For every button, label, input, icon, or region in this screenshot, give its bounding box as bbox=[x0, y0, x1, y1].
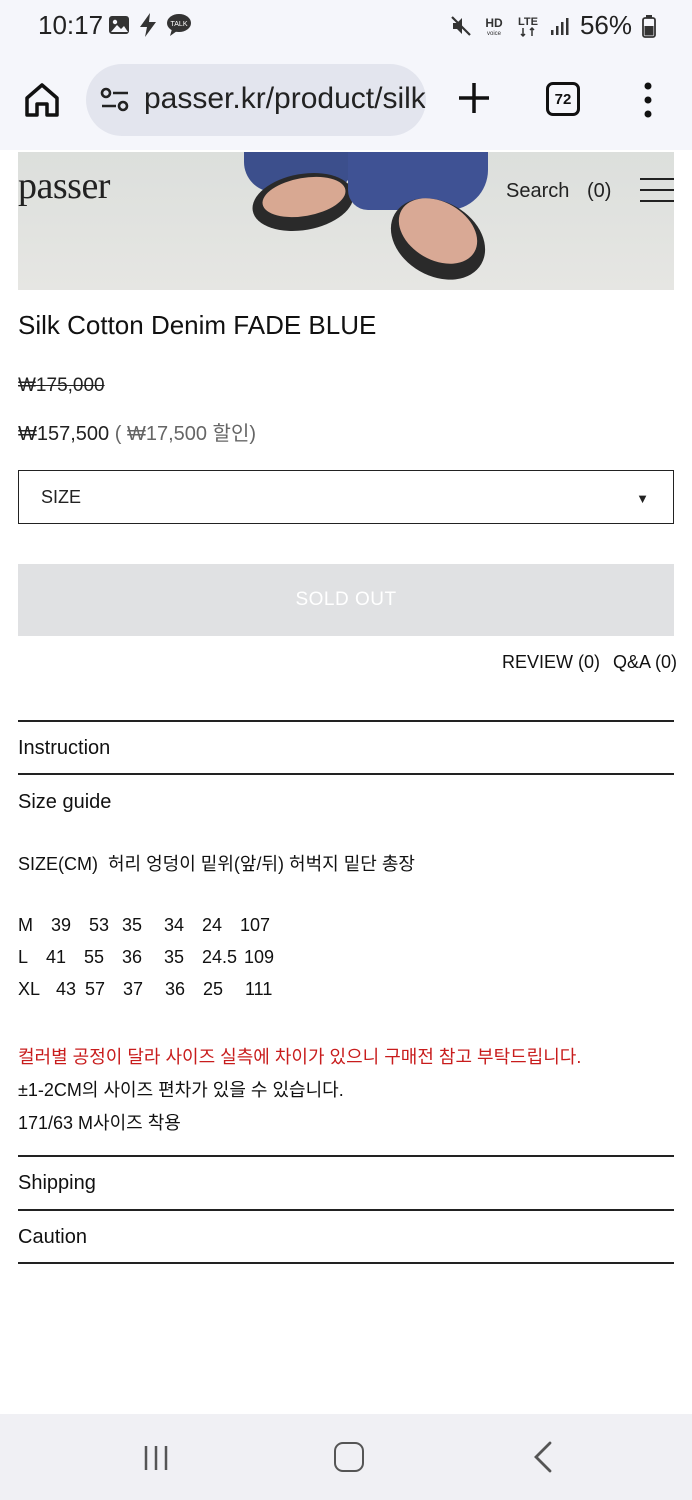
recent-apps-icon[interactable] bbox=[142, 1444, 170, 1472]
svg-text:TALK: TALK bbox=[171, 21, 188, 28]
svg-text:HD: HD bbox=[485, 16, 503, 30]
url-text: passer.kr/product/silk-cotton-denim bbox=[144, 82, 426, 115]
section-instruction[interactable]: Instruction bbox=[18, 737, 110, 760]
review-link[interactable]: REVIEW (0) bbox=[502, 652, 600, 673]
gallery-icon bbox=[109, 16, 129, 34]
browser-toolbar: passer.kr/product/silk-cotton-denim 72 bbox=[0, 54, 692, 150]
battery-percent: 56% bbox=[579, 10, 632, 40]
size-select-label: SIZE bbox=[41, 487, 82, 507]
status-left-icons: TALK bbox=[108, 12, 192, 38]
divider bbox=[18, 773, 674, 775]
status-right: HD voice LTE 56% bbox=[450, 10, 656, 41]
status-bar: 10:17 TALK HD voice LTE 56% bbox=[0, 0, 692, 54]
size-select[interactable]: SIZE ▼ bbox=[18, 470, 674, 524]
signal-icon bbox=[550, 17, 569, 35]
tab-switcher-button[interactable]: 72 bbox=[546, 82, 580, 116]
section-shipping[interactable]: Shipping bbox=[18, 1172, 96, 1195]
svg-text:LTE: LTE bbox=[518, 16, 538, 28]
back-icon[interactable] bbox=[530, 1440, 558, 1474]
qa-link[interactable]: Q&A (0) bbox=[613, 652, 677, 673]
flash-icon bbox=[140, 13, 156, 37]
divider bbox=[18, 1209, 674, 1211]
more-menu-icon[interactable] bbox=[640, 80, 656, 120]
product-title: Silk Cotton Denim FADE BLUE bbox=[18, 310, 377, 340]
size-table-header: SIZE(CM) 허리 엉덩이 밑위(앞/뒤) 허벅지 밑단 총장 bbox=[18, 854, 415, 874]
divider bbox=[18, 1155, 674, 1157]
site-logo[interactable]: passer bbox=[18, 164, 110, 208]
dropdown-arrow-icon: ▼ bbox=[636, 491, 649, 506]
price-sale: ₩157,500 bbox=[18, 423, 110, 445]
size-note-tolerance: ±1-2CM의 사이즈 편차가 있을 수 있습니다. bbox=[18, 1080, 344, 1100]
divider bbox=[18, 720, 674, 722]
lte-icon: LTE bbox=[518, 16, 538, 37]
home-nav-icon[interactable] bbox=[334, 1442, 364, 1472]
hamburger-menu-icon[interactable] bbox=[640, 178, 674, 204]
site-settings-icon[interactable] bbox=[100, 86, 130, 114]
hd-voice-icon: HDvoice bbox=[485, 16, 503, 37]
status-time: 10:17 bbox=[38, 10, 104, 40]
home-icon[interactable] bbox=[22, 80, 62, 120]
size-note-model: 171/63 M사이즈 착용 bbox=[18, 1113, 181, 1133]
tab-count: 72 bbox=[554, 90, 572, 108]
size-note-warning: 컬러별 공정이 달라 사이즈 실측에 차이가 있으니 구매전 참고 부탁드립니다… bbox=[18, 1047, 582, 1067]
product-image bbox=[18, 152, 674, 290]
section-caution[interactable]: Caution bbox=[18, 1226, 87, 1249]
talk-icon: TALK bbox=[167, 14, 191, 36]
section-size-guide[interactable]: Size guide bbox=[18, 791, 111, 814]
sold-out-button[interactable]: SOLD OUT bbox=[18, 564, 674, 636]
price-original: ₩175,000 bbox=[18, 375, 105, 396]
mute-icon bbox=[451, 15, 471, 36]
system-nav-bar bbox=[0, 1414, 692, 1500]
battery-icon bbox=[642, 14, 656, 38]
address-bar[interactable]: passer.kr/product/silk-cotton-denim bbox=[86, 64, 426, 136]
cart-link[interactable]: (0) bbox=[587, 180, 611, 203]
search-link[interactable]: Search bbox=[506, 180, 569, 203]
new-tab-icon[interactable] bbox=[454, 78, 494, 118]
divider bbox=[18, 1262, 674, 1264]
price-sale-row: ₩157,500 ( ₩17,500 할인) bbox=[18, 417, 256, 446]
price-discount: ( ₩17,500 할인) bbox=[114, 423, 257, 445]
svg-text:voice: voice bbox=[487, 31, 502, 37]
